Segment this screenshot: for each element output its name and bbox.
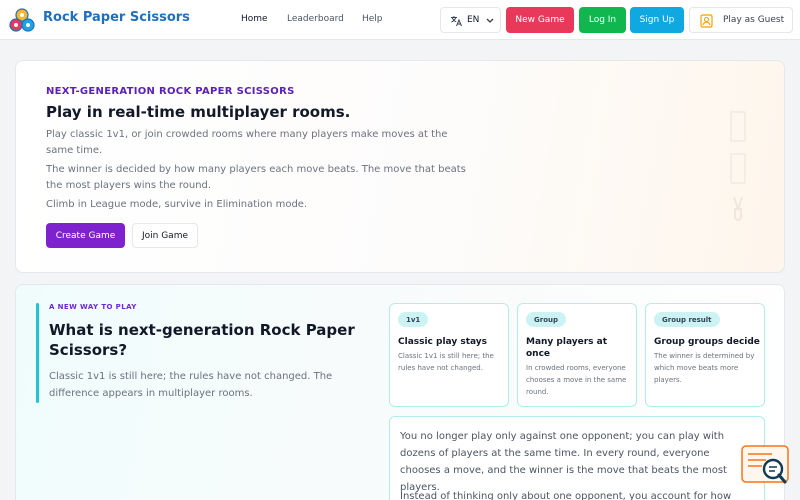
chevron-down-icon [486, 18, 494, 23]
card-tag: Group [526, 312, 567, 327]
card-tag: 1v1 [398, 312, 429, 327]
nav-leaderboard-link[interactable]: Leaderboard [287, 14, 344, 24]
about-paragraph: Classic 1v1 is still here; the rules hav… [49, 371, 333, 399]
rock-icon [730, 111, 746, 142]
signup-button[interactable]: Sign Up [630, 7, 684, 33]
create-game-button[interactable]: Create Game [46, 223, 125, 248]
hero-eyebrow: NEXT-GENERATION ROCK PAPER SCISSORS [46, 86, 295, 97]
feature-card-1v1: 1v1 Classic play stays Classic 1v1 is st… [389, 303, 509, 407]
language-selector[interactable]: EN [440, 7, 501, 33]
logo-icon[interactable] [9, 7, 35, 33]
card-title: Many players at once [526, 337, 608, 359]
accent-bar [36, 303, 39, 403]
scissors-icon [733, 196, 743, 221]
card-text: In crowded rooms, everyone chooses a mov… [526, 364, 627, 396]
hero-section: NEXT-GENERATION ROCK PAPER SCISSORS Play… [15, 60, 785, 273]
nav-help-link[interactable]: Help [362, 14, 383, 24]
new-game-button[interactable]: New Game [506, 7, 574, 33]
feature-card-group-result: Group result Group groups decide The win… [645, 303, 765, 407]
join-game-button[interactable]: Join Game [132, 223, 198, 248]
hero-title: Play in real-time multiplayer rooms. [46, 103, 351, 121]
play-as-guest-button[interactable]: Play as Guest [689, 7, 793, 33]
card-title: Classic play stays [398, 337, 488, 347]
guest-icon [700, 14, 713, 28]
card-text: Classic 1v1 is still here; the rules hav… [398, 352, 494, 372]
hero-paragraph-3: Climb in League mode, survive in Elimina… [46, 199, 308, 210]
hero-paragraph-2: The winner is decided by how many player… [46, 164, 466, 191]
detail-paragraph-1: You no longer play only against one oppo… [400, 431, 727, 493]
hero-paragraph-1: Play classic 1v1, or join crowded rooms … [46, 129, 448, 156]
chat-search-icon[interactable] [740, 444, 790, 488]
translate-icon [451, 16, 462, 27]
login-button[interactable]: Log In [579, 7, 626, 33]
paper-icon [730, 153, 746, 184]
detail-panel: You no longer play only against one oppo… [389, 416, 765, 500]
card-title: Group groups decide [654, 337, 760, 347]
card-tag: Group result [654, 312, 720, 327]
language-code: EN [467, 15, 480, 25]
top-nav-bar: Rock Paper Scissors Home Leaderboard Hel… [0, 0, 800, 40]
feature-card-group: Group Many players at once In crowded ro… [517, 303, 637, 407]
about-section: A NEW WAY TO PLAY What is next-generatio… [15, 284, 785, 500]
play-as-guest-label: Play as Guest [723, 15, 785, 25]
about-eyebrow: A NEW WAY TO PLAY [49, 303, 137, 311]
detail-paragraph-2: Instead of thinking only about one oppon… [400, 491, 732, 500]
about-title: What is next-generation Rock Paper Sciss… [49, 321, 355, 359]
card-text: The winner is determined by which move b… [654, 352, 755, 384]
nav-home-link[interactable]: Home [241, 14, 268, 24]
brand-name[interactable]: Rock Paper Scissors [43, 10, 190, 25]
